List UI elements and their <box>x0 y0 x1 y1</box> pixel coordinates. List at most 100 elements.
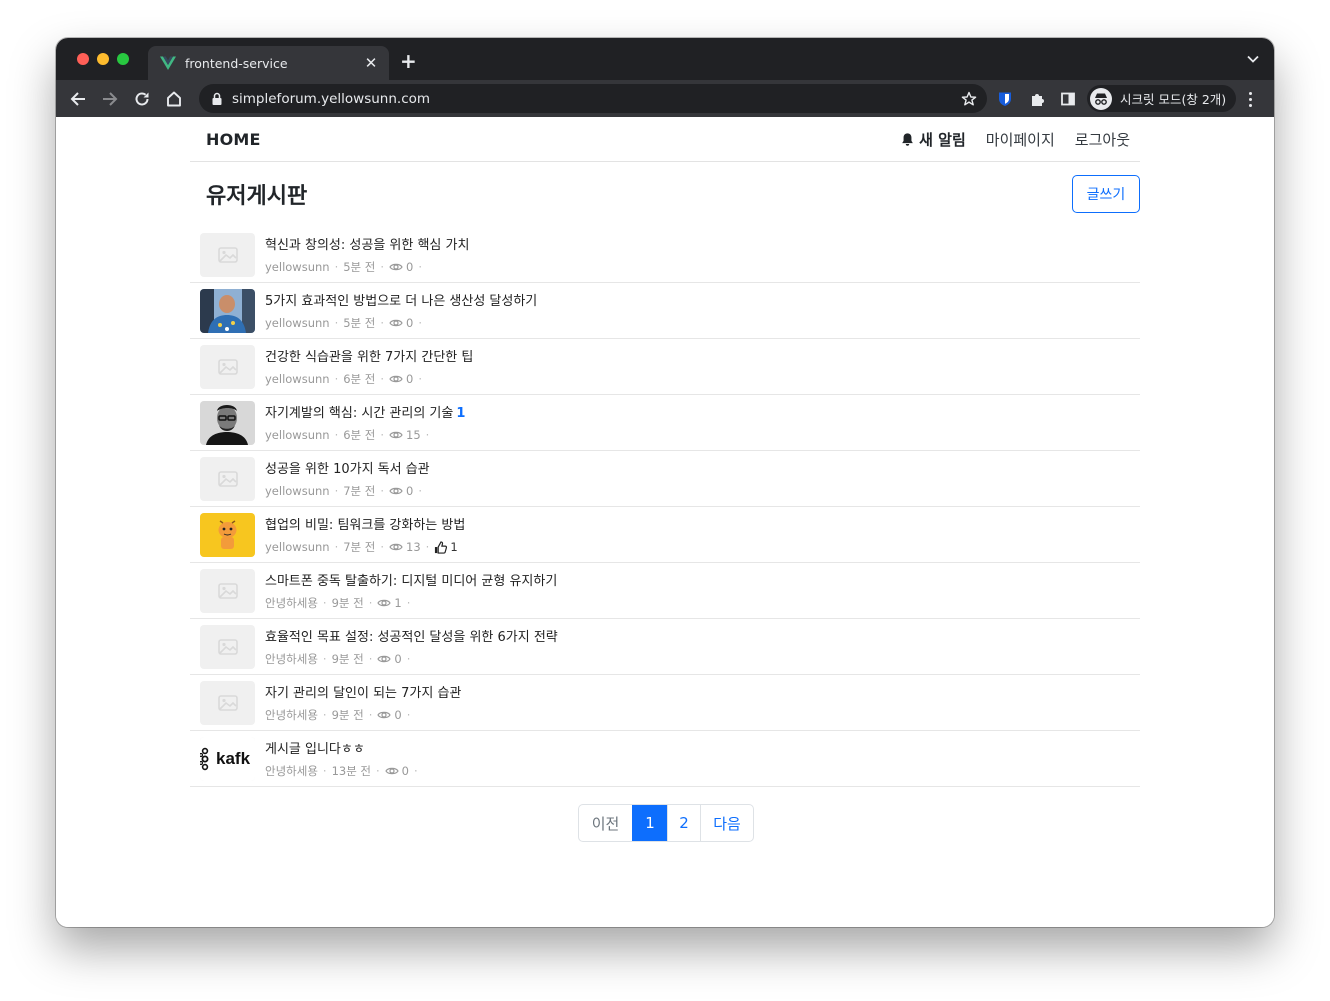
post-row[interactable]: 건강한 식습관을 위한 7가지 간단한 팁 yellowsunn · 6분 전 · 0 · <box>190 339 1140 395</box>
post-thumbnail[interactable] <box>200 625 255 669</box>
post-thumbnail[interactable] <box>200 569 255 613</box>
prev-page-button[interactable]: 이전 <box>579 805 632 841</box>
post-title-text[interactable]: 효율적인 목표 설정: 성공적인 달성을 위한 6가지 전략 <box>265 630 558 645</box>
post-title[interactable]: 자기 관리의 달인이 되는 7가지 습관 <box>265 682 461 701</box>
incognito-profile-button[interactable]: 시크릿 모드(창 2개) <box>1087 85 1237 112</box>
image-placeholder-icon <box>217 639 238 655</box>
post-title[interactable]: 혁신과 창의성: 성공을 위한 핵심 가치 <box>265 234 469 253</box>
reload-button[interactable] <box>131 88 153 110</box>
post-title-text[interactable]: 자기계발의 핵심: 시간 관리의 기술 <box>265 406 453 421</box>
tab-title: frontend-service <box>185 55 288 71</box>
post-title-text[interactable]: 스마트폰 중독 탈출하기: 디지털 미디어 균형 유지하기 <box>265 574 557 589</box>
post-meta: yellowsunn · 7분 전 · 13 · 1 <box>265 539 458 555</box>
post-time: 7분 전 <box>343 484 376 498</box>
reload-icon <box>135 92 149 106</box>
post-title[interactable]: 자기계발의 핵심: 시간 관리의 기술 1 <box>265 402 465 421</box>
post-title[interactable]: 게시글 입니다ㅎㅎ <box>265 738 365 757</box>
notifications-link[interactable]: 새 알림 <box>900 129 966 150</box>
address-bar[interactable]: simpleforum.yellowsunn.com <box>199 84 987 113</box>
extensions-puzzle-icon[interactable] <box>1026 88 1048 110</box>
forward-button[interactable] <box>99 88 121 110</box>
view-count-value: 0 <box>406 260 414 274</box>
post-title-text[interactable]: 게시글 입니다ㅎㅎ <box>265 742 365 757</box>
tab-search-chevron-icon[interactable] <box>1246 52 1260 66</box>
post-row[interactable]: 혁신과 창의성: 성공을 위한 핵심 가치 yellowsunn · 5분 전 · 0 · <box>190 227 1140 283</box>
separator: · <box>380 428 385 442</box>
character-thumbnail <box>200 513 255 557</box>
post-row[interactable]: 성공을 위한 10가지 독서 습관 yellowsunn · 7분 전 · 0 · <box>190 451 1140 507</box>
eye-icon <box>389 263 403 271</box>
separator: · <box>425 540 430 554</box>
post-title[interactable]: 효율적인 목표 설정: 성공적인 달성을 위한 6가지 전략 <box>265 626 558 645</box>
comment-count: 1 <box>456 406 466 421</box>
view-count: 1 <box>377 596 402 610</box>
post-row[interactable]: 협업의 비밀: 팀워크를 강화하는 방법 yellowsunn · 7분 전 · 13 · 1 <box>190 507 1140 563</box>
post-row[interactable]: 효율적인 목표 설정: 성공적인 달성을 위한 6가지 전략안녕하세용 · 9분 전… <box>190 619 1140 675</box>
post-row[interactable]: 자기계발의 핵심: 시간 관리의 기술 1 yellowsunn · 6분 전 · 15 · <box>190 395 1140 451</box>
bitwarden-extension-icon[interactable] <box>994 88 1016 110</box>
logout-link[interactable]: 로그아웃 <box>1075 129 1130 150</box>
view-count-value: 0 <box>406 372 414 386</box>
minimize-window-button[interactable] <box>97 53 109 65</box>
post-title[interactable]: 5가지 효과적인 방법으로 더 나은 생산성 달성하기 <box>265 290 537 309</box>
separator: · <box>334 372 339 386</box>
post-row[interactable]: 자기 관리의 달인이 되는 7가지 습관 안녕하세용 · 9분 전 · 0 · <box>190 675 1140 731</box>
post-thumbnail[interactable] <box>200 401 255 445</box>
home-button[interactable] <box>163 88 185 110</box>
browser-tab[interactable]: frontend-service ✕ <box>148 46 389 80</box>
post-title-text[interactable]: 협업의 비밀: 팀워크를 강화하는 방법 <box>265 518 465 533</box>
post-thumbnail[interactable]: kafk <box>200 737 255 781</box>
side-panel-icon[interactable] <box>1057 88 1079 110</box>
new-tab-button[interactable]: + <box>400 49 417 73</box>
eye-icon <box>377 711 392 719</box>
tab-close-icon[interactable]: ✕ <box>363 54 379 72</box>
eye-icon <box>389 487 403 495</box>
post-row[interactable]: kafk 게시글 입니다ㅎㅎ 안녕하세용 · 13분 전 · 0 · <box>190 731 1140 787</box>
post-thumbnail[interactable] <box>200 289 255 333</box>
post-row[interactable]: 스마트폰 중독 탈출하기: 디지털 미디어 균형 유지하기 안녕하세용 · 9분 전 ·… <box>190 563 1140 619</box>
close-window-button[interactable] <box>77 53 89 65</box>
person-photo-thumbnail <box>200 289 255 333</box>
post-meta: 안녕하세용 · 9분 전 · 0 · <box>265 651 415 667</box>
post-row[interactable]: 5가지 효과적인 방법으로 더 나은 생산성 달성하기 yellowsunn · 5분… <box>190 283 1140 339</box>
bookmark-star-icon[interactable] <box>961 91 977 107</box>
view-count: 0 <box>389 372 413 386</box>
home-link[interactable]: HOME <box>206 130 261 149</box>
post-title[interactable]: 스마트폰 중독 탈출하기: 디지털 미디어 균형 유지하기 <box>265 570 557 589</box>
next-page-button[interactable]: 다음 <box>700 805 753 841</box>
eye-icon <box>389 319 403 327</box>
separator: · <box>368 596 373 610</box>
post-thumbnail[interactable] <box>200 345 255 389</box>
post-title-text[interactable]: 자기 관리의 달인이 되는 7가지 습관 <box>265 686 461 701</box>
post-title[interactable]: 성공을 위한 10가지 독서 습관 <box>265 458 430 477</box>
post-title-text[interactable]: 5가지 효과적인 방법으로 더 나은 생산성 달성하기 <box>265 294 537 309</box>
post-title-text[interactable]: 성공을 위한 10가지 독서 습관 <box>265 462 430 477</box>
post-thumbnail[interactable] <box>200 457 255 501</box>
post-title[interactable]: 건강한 식습관을 위한 7가지 간단한 팁 <box>265 346 473 365</box>
page-title: 유저게시판 <box>206 184 308 209</box>
post-thumbnail[interactable] <box>200 681 255 725</box>
zoom-window-button[interactable] <box>117 53 129 65</box>
post-author: yellowsunn <box>265 540 330 554</box>
mypage-link[interactable]: 마이페이지 <box>986 129 1055 150</box>
page-1-button[interactable]: 1 <box>632 805 667 841</box>
pagination: 이전 1 2 다음 <box>578 804 754 842</box>
back-button[interactable] <box>67 88 89 110</box>
post-title[interactable]: 협업의 비밀: 팀워크를 강화하는 방법 <box>265 514 465 533</box>
like-count: 1 <box>434 540 458 554</box>
post-title-text[interactable]: 혁신과 창의성: 성공을 위한 핵심 가치 <box>265 238 469 253</box>
separator: · <box>376 764 380 778</box>
separator: · <box>334 260 339 274</box>
browser-menu-icon[interactable] <box>1243 88 1257 110</box>
view-count-value: 1 <box>394 596 402 610</box>
view-count-value: 13 <box>406 540 421 554</box>
post-thumbnail[interactable] <box>200 513 255 557</box>
nav-links: 새 알림 마이페이지 로그아웃 <box>900 129 1130 150</box>
post-title-text[interactable]: 건강한 식습관을 위한 7가지 간단한 팁 <box>265 350 473 365</box>
window-controls <box>77 53 129 65</box>
post-author: yellowsunn <box>265 428 330 442</box>
write-post-button[interactable]: 글쓰기 <box>1072 175 1140 213</box>
post-thumbnail[interactable] <box>200 233 255 277</box>
page-2-button[interactable]: 2 <box>667 805 700 841</box>
separator: · <box>406 708 411 722</box>
